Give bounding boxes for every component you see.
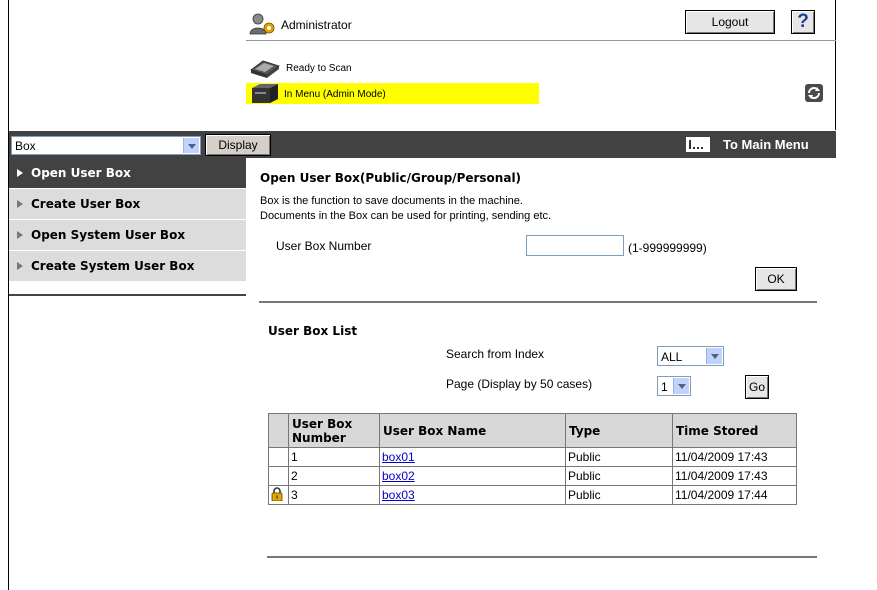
row-icon-cell: [268, 447, 289, 467]
time-stored-cell: 11/04/2009 17:43: [672, 466, 797, 486]
triangle-right-icon: [17, 169, 23, 177]
category-select[interactable]: Box: [11, 136, 201, 155]
column-header-name: User Box Name: [379, 413, 566, 448]
sidebar-item-label: Open User Box: [31, 166, 131, 180]
description-line-2: Documents in the Box can be used for pri…: [260, 210, 552, 222]
page-title: Open User Box(Public/Group/Personal): [260, 171, 522, 185]
sidebar-item-create-system-user-box[interactable]: Create System User Box: [9, 251, 246, 282]
lock-icon: [271, 486, 283, 501]
user-box-number-label: User Box Number: [276, 239, 372, 253]
sidebar-item-create-user-box[interactable]: Create User Box: [9, 189, 246, 220]
ok-button[interactable]: OK: [755, 267, 797, 291]
row-icon-cell: [268, 466, 289, 486]
search-index-label: Search from Index: [446, 347, 545, 361]
column-header-time: Time Stored: [672, 413, 797, 448]
search-index-select[interactable]: ALL: [657, 346, 724, 366]
help-button[interactable]: ?: [791, 10, 815, 34]
sidebar-bottom-divider: [9, 294, 246, 296]
go-button[interactable]: Go: [745, 375, 769, 399]
box-name-cell: box02: [379, 466, 566, 486]
admin-user-icon: [249, 13, 275, 35]
box-name-cell: box03: [379, 485, 566, 505]
table-header-row: User Box Number User Box Name Type Time …: [268, 413, 797, 448]
header-divider: [246, 40, 836, 41]
sidebar-item-label: Create System User Box: [31, 259, 195, 273]
refresh-icon[interactable]: [805, 84, 823, 102]
triangle-right-icon: [17, 200, 23, 208]
box-number-cell: 2: [288, 466, 380, 486]
chevron-down-icon: [706, 348, 722, 364]
description-line-1: Box is the function to save documents in…: [260, 195, 523, 207]
triangle-right-icon: [17, 231, 23, 239]
chevron-down-icon: [673, 378, 689, 394]
sidebar-item-label: Create User Box: [31, 197, 141, 211]
sidebar-item-label: Open System User Box: [31, 228, 186, 242]
table-row: 2 box02 Public 11/04/2009 17:43: [268, 466, 797, 486]
page-select[interactable]: 1: [657, 376, 691, 396]
triangle-right-icon: [17, 262, 23, 270]
scan-status-text: Ready to Scan: [286, 63, 352, 74]
current-user-label: Administrator: [281, 18, 352, 32]
box-name-cell: box01: [379, 447, 566, 467]
box-type-cell: Public: [565, 485, 673, 505]
frame-right-border: [835, 0, 836, 130]
section-divider: [259, 301, 817, 303]
column-header-icon: [268, 413, 289, 448]
sidebar-item-open-user-box[interactable]: Open User Box: [9, 158, 246, 189]
sidebar-item-open-system-user-box[interactable]: Open System User Box: [9, 220, 246, 251]
user-box-list-title: User Box List: [268, 324, 358, 338]
menu-status-text: In Menu (Admin Mode): [284, 89, 386, 100]
time-stored-cell: 11/04/2009 17:43: [672, 447, 797, 467]
box-name-link[interactable]: box01: [382, 450, 415, 464]
user-box-table: User Box Number User Box Name Type Time …: [268, 413, 797, 505]
logout-button[interactable]: Logout: [685, 10, 775, 34]
page-label: Page (Display by 50 cases): [446, 377, 593, 391]
box-number-cell: 1: [288, 447, 380, 467]
chevron-down-icon: [183, 138, 199, 153]
search-index-value: ALL: [661, 350, 683, 364]
machine-icon: [252, 84, 278, 103]
box-name-link[interactable]: box03: [382, 488, 415, 502]
row-icon-cell: [268, 485, 289, 505]
bottom-divider: [267, 556, 817, 558]
box-number-cell: 3: [288, 485, 380, 505]
table-row: 3 box03 Public 11/04/2009 17:44: [268, 485, 797, 505]
user-box-number-input[interactable]: [526, 235, 624, 256]
display-button[interactable]: Display: [205, 134, 271, 156]
time-stored-cell: 11/04/2009 17:44: [672, 485, 797, 505]
box-type-cell: Public: [565, 466, 673, 486]
box-type-cell: Public: [565, 447, 673, 467]
box-name-link[interactable]: box02: [382, 469, 415, 483]
table-row: 1 box01 Public 11/04/2009 17:43: [268, 447, 797, 467]
main-menu-link[interactable]: To Main Menu: [723, 137, 809, 152]
column-header-number: User Box Number: [288, 413, 380, 448]
main-menu-icon[interactable]: [686, 137, 710, 152]
scanner-icon: [250, 60, 280, 78]
page-select-value: 1: [661, 380, 668, 394]
user-box-number-range: (1-999999999): [628, 241, 707, 255]
category-select-value: Box: [15, 139, 36, 153]
column-header-type: Type: [565, 413, 673, 448]
